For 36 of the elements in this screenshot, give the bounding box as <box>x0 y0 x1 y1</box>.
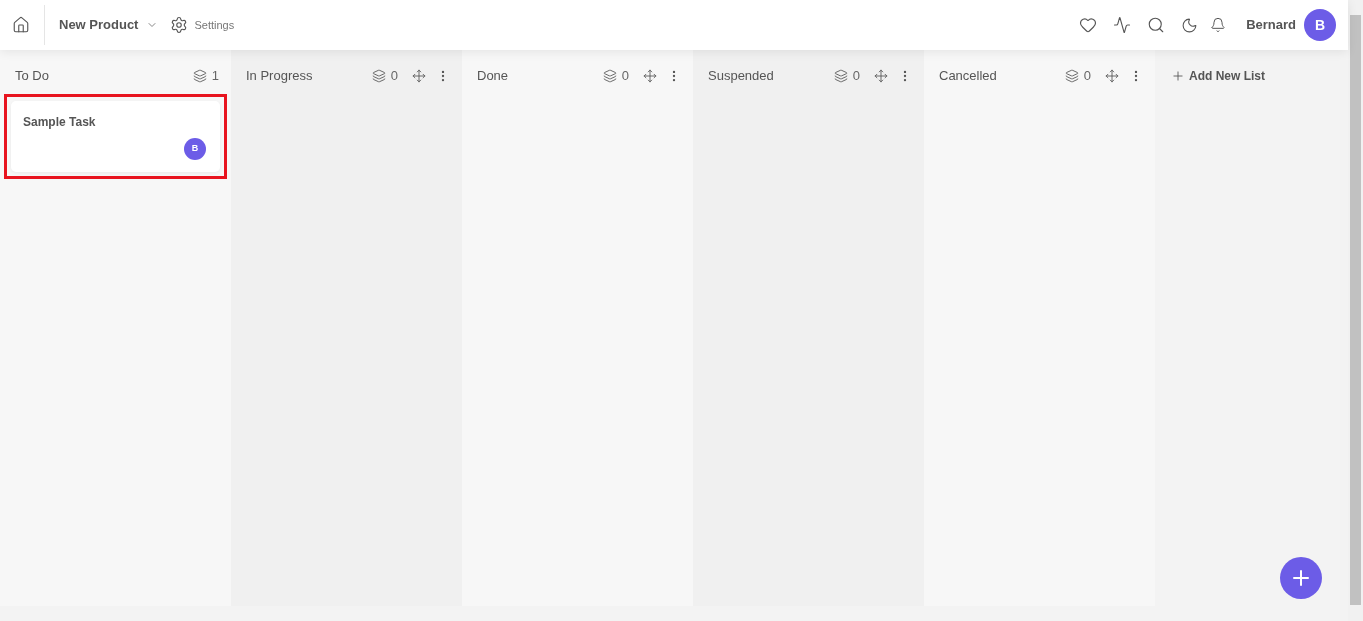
assignee-avatar: B <box>184 138 206 160</box>
add-list-button[interactable]: Add New List <box>1171 67 1265 85</box>
list-title: Cancelled <box>939 67 998 86</box>
card-count: 0 <box>621 67 629 86</box>
layers-icon <box>371 69 386 83</box>
task-card[interactable]: Sample Task B <box>11 101 220 172</box>
activity-icon[interactable] <box>1113 16 1132 34</box>
card-count: 0 <box>1083 67 1091 86</box>
heart-icon[interactable] <box>1079 16 1098 34</box>
task-title: Sample Task <box>23 114 97 131</box>
move-icon[interactable] <box>1105 69 1119 83</box>
card-count: 0 <box>852 67 860 86</box>
settings-icon <box>170 16 189 34</box>
list-title: Done <box>477 67 510 86</box>
list-title: To Do <box>15 67 50 86</box>
layers-icon <box>602 69 617 83</box>
move-icon[interactable] <box>874 69 888 83</box>
project-dropdown[interactable]: New Product <box>59 15 159 35</box>
settings-link[interactable]: Settings <box>170 16 235 34</box>
home-icon[interactable] <box>12 16 30 34</box>
user-name: Bernard <box>1246 16 1296 35</box>
move-icon[interactable] <box>643 69 657 83</box>
list-title: Suspended <box>708 67 775 86</box>
add-fab[interactable] <box>1280 557 1322 599</box>
search-icon[interactable] <box>1147 16 1166 34</box>
layers-icon <box>1064 69 1079 83</box>
moon-icon[interactable] <box>1181 16 1199 34</box>
card-count: 1 <box>211 67 219 86</box>
bell-icon[interactable] <box>1210 17 1227 33</box>
layers-icon <box>192 69 207 83</box>
plus-icon <box>1171 69 1185 83</box>
layers-icon <box>833 69 848 83</box>
move-icon[interactable] <box>412 69 426 83</box>
user-avatar[interactable]: B <box>1304 9 1336 41</box>
list-title: In Progress <box>246 67 314 86</box>
card-count: 0 <box>390 67 398 86</box>
